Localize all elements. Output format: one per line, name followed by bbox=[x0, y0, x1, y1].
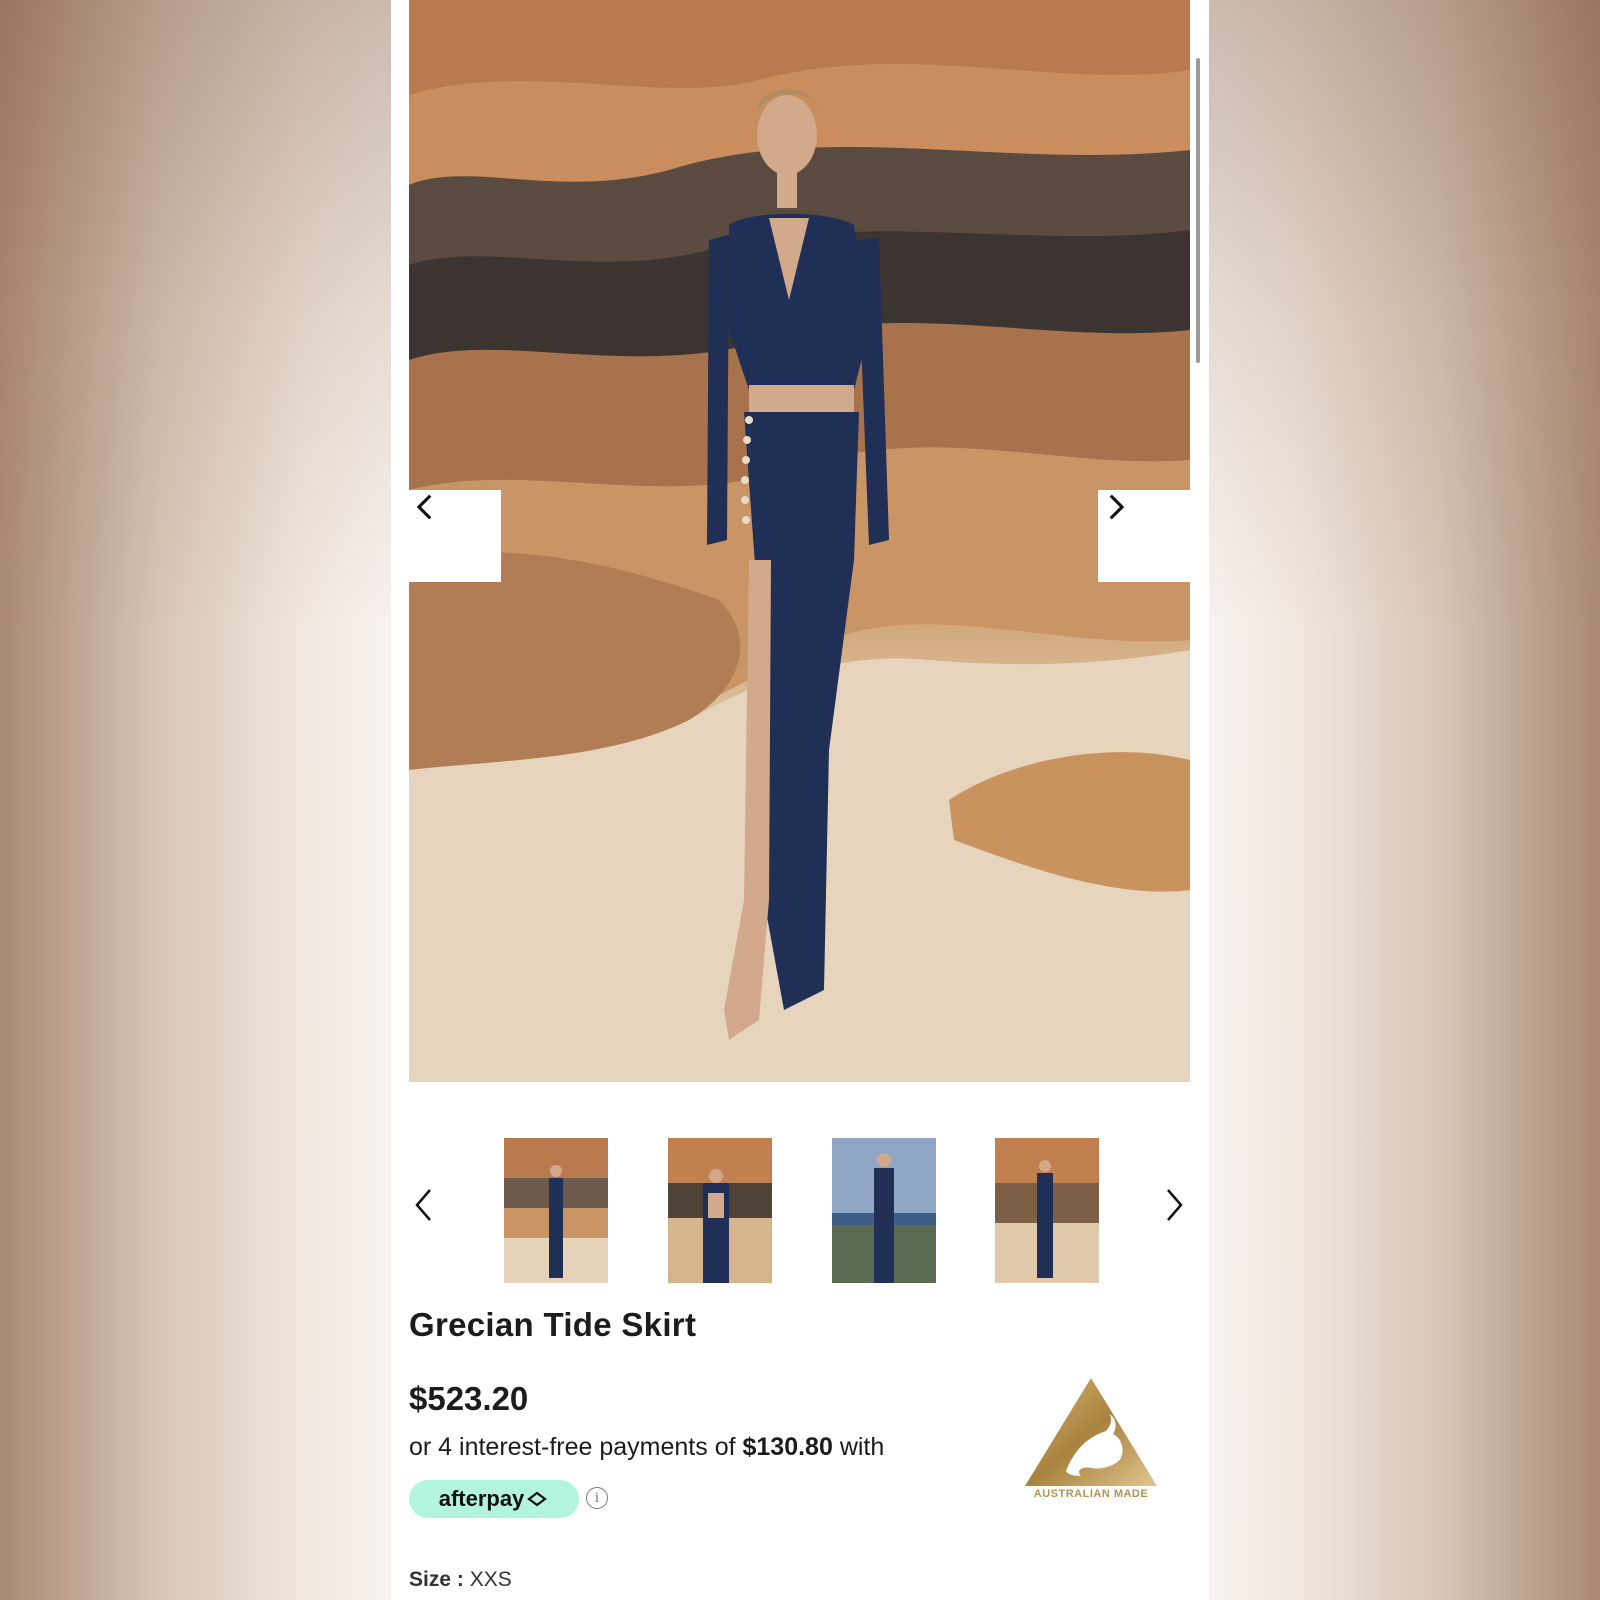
product-price: $523.20 bbox=[409, 1380, 529, 1417]
product-title: Grecian Tide Skirt bbox=[409, 1306, 697, 1343]
info-icon[interactable]: i bbox=[586, 1487, 608, 1509]
australian-made-text: AUSTRALIAN MADE bbox=[1033, 1488, 1149, 1500]
thumbnail-next-button[interactable] bbox=[1157, 1185, 1191, 1225]
chevron-right-icon bbox=[1167, 1189, 1183, 1221]
installment-amount: $130.80 bbox=[742, 1433, 833, 1461]
afterpay-arrows-icon bbox=[527, 1491, 548, 1507]
chevron-left-icon bbox=[415, 1189, 431, 1221]
image-next-button[interactable] bbox=[1098, 490, 1190, 582]
thumbnail-strip bbox=[391, 1128, 1209, 1283]
installment-prefix: or 4 interest-free payments of bbox=[409, 1433, 736, 1461]
chevron-right-icon bbox=[1109, 494, 1125, 520]
afterpay-badge[interactable]: afterpay bbox=[409, 1480, 579, 1518]
australian-made-logo bbox=[1025, 1378, 1157, 1486]
afterpay-label: afterpay bbox=[438, 1486, 525, 1511]
thumbnail-3[interactable] bbox=[832, 1138, 936, 1283]
thumbnail-2[interactable] bbox=[668, 1138, 772, 1283]
thumbnail-prev-button[interactable] bbox=[407, 1185, 441, 1225]
size-label: Size : bbox=[409, 1568, 464, 1591]
size-selector[interactable]: Size : XXS bbox=[409, 1568, 512, 1592]
product-page: Grecian Tide Skirt $523.20 or 4 interest… bbox=[391, 0, 1209, 1600]
installment-suffix: with bbox=[839, 1433, 885, 1461]
chevron-left-icon bbox=[416, 494, 432, 520]
thumbnail-4[interactable] bbox=[995, 1138, 1099, 1283]
thumbnail-1[interactable] bbox=[504, 1138, 608, 1283]
image-prev-button[interactable] bbox=[409, 490, 501, 582]
hero-illustration bbox=[409, 0, 1190, 1082]
installment-text: or 4 interest-free payments of $130.80 w… bbox=[409, 1433, 884, 1462]
size-value: XXS bbox=[469, 1568, 512, 1591]
product-main-image bbox=[409, 0, 1190, 1082]
scrollbar[interactable] bbox=[1196, 58, 1200, 363]
